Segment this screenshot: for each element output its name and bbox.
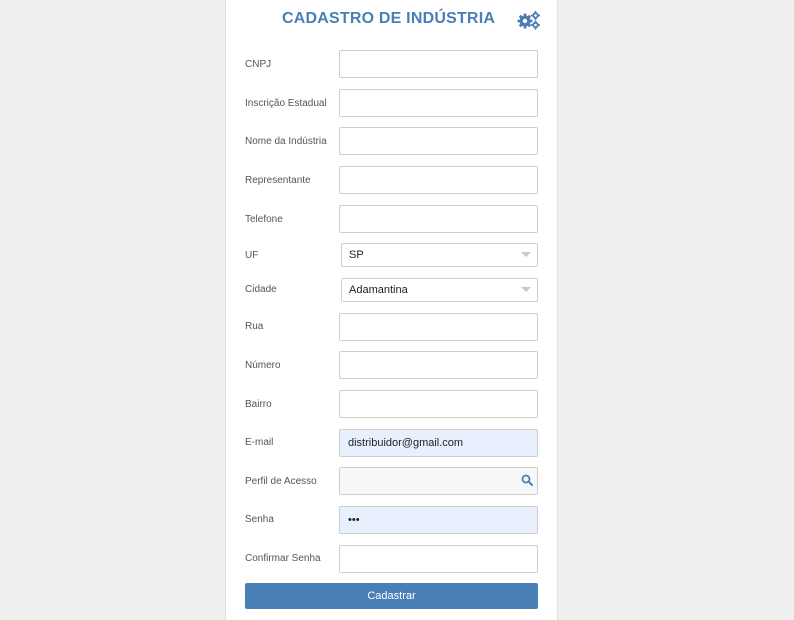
numero-field[interactable] [339, 351, 538, 379]
nome-label: Nome da Indústria [245, 136, 327, 147]
nome-field[interactable] [339, 127, 538, 155]
uf-label: UF [245, 250, 259, 261]
telefone-field[interactable] [339, 205, 538, 233]
senha-label: Senha [245, 514, 274, 525]
bairro-label: Bairro [245, 399, 272, 410]
rua-field[interactable] [339, 313, 538, 341]
senha-field[interactable]: ••• [339, 506, 538, 534]
chevron-down-icon [521, 287, 531, 292]
perfil-label: Perfil de Acesso [245, 476, 317, 487]
numero-label: Número [245, 360, 281, 371]
form-panel: CADASTRO DE INDÚSTRIA CNPJ Inscrição Est… [225, 0, 558, 620]
representante-field[interactable] [339, 166, 538, 194]
confirmar-label: Confirmar Senha [245, 553, 321, 564]
bairro-field[interactable] [339, 390, 538, 418]
inscricao-field[interactable] [339, 89, 538, 117]
chevron-down-icon [521, 252, 531, 257]
cidade-label: Cidade [245, 284, 277, 295]
page-title: CADASTRO DE INDÚSTRIA [282, 10, 496, 27]
cidade-select[interactable]: Adamantina [341, 278, 538, 302]
cnpj-field[interactable] [339, 50, 538, 78]
uf-select[interactable]: SP [341, 243, 538, 267]
senha-value: ••• [348, 514, 360, 526]
inscricao-label: Inscrição Estadual [245, 98, 327, 109]
confirmar-senha-field[interactable] [339, 545, 538, 573]
search-icon[interactable] [521, 474, 533, 486]
cnpj-label: CNPJ [245, 59, 272, 70]
cadastrar-button[interactable]: Cadastrar [245, 583, 538, 609]
gears-icon[interactable] [517, 10, 541, 30]
representante-label: Representante [245, 175, 311, 186]
email-label: E-mail [245, 437, 274, 448]
cidade-selected-value: Adamantina [349, 284, 408, 296]
uf-selected-value: SP [349, 249, 364, 261]
perfil-field[interactable] [339, 467, 538, 495]
email-field[interactable] [339, 429, 538, 457]
telefone-label: Telefone [245, 214, 283, 225]
rua-label: Rua [245, 321, 264, 332]
